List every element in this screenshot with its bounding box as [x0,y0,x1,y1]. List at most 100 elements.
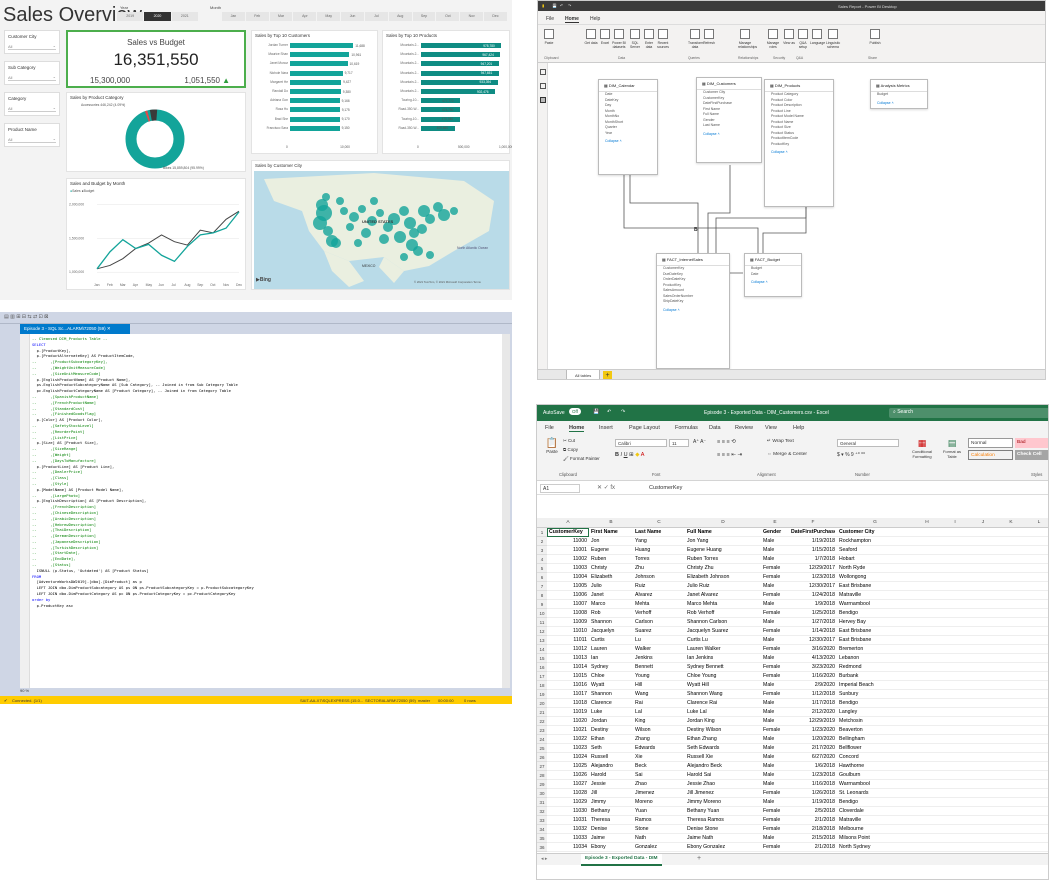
cell[interactable]: 12/29/2017 [791,564,835,573]
city-bubble[interactable] [417,224,427,234]
cell[interactable]: Jimenez [635,789,683,798]
cell[interactable]: Lu [635,636,683,645]
cell[interactable]: 1/7/2018 [791,555,835,564]
column-header-f[interactable]: F [789,518,837,528]
cell[interactable]: 12/30/2017 [791,636,835,645]
cell[interactable]: Male [763,717,787,726]
cell[interactable]: 11016 [549,681,587,690]
cell[interactable]: Russell Xie [687,753,759,762]
table-row[interactable]: 15 11013 Ian Jenkins Ian Jenkins Male 4/13/202… [537,654,1048,663]
city-bubble[interactable] [354,239,362,247]
font-name-select[interactable]: Calibri [615,439,667,447]
cell[interactable]: Male [763,798,787,807]
cell[interactable]: Male [763,618,787,627]
cell[interactable]: Elizabeth [591,573,631,582]
cell[interactable]: 11018 [549,699,587,708]
cell[interactable]: Last Name [635,528,683,537]
city-bubble[interactable] [331,238,341,248]
row-number[interactable]: 8 [537,591,547,600]
cell[interactable]: Wollongong [839,573,911,582]
table-row[interactable]: 28 11026 Harold Sai Harold Sai Male 1/23/2018 G… [537,771,1048,780]
row-number[interactable]: 2 [537,537,547,546]
cell[interactable]: Rockhampton [839,537,911,546]
cell[interactable]: Melbourne [839,825,911,834]
bar[interactable] [290,79,342,85]
menu-file[interactable]: File [546,16,554,22]
table-row[interactable]: 17 11015 Chloe Young Chloe Young Female 1/16/2… [537,672,1048,681]
cell[interactable]: Sydney [591,663,631,672]
table-row[interactable]: 7 11005 Julio Ruiz Julio Ruiz Male 12/30/2017 E… [537,582,1048,591]
cell[interactable]: Moreno [635,798,683,807]
table-row[interactable]: 22 11020 Jordan King Jordan King Male 12/29/20… [537,717,1048,726]
table-header[interactable]: ▦ DIM_Products [765,80,833,92]
cell[interactable]: 1/27/2018 [791,618,835,627]
wrap-text-button[interactable]: ↵ Wrap Text [767,439,794,444]
row-number[interactable]: 36 [537,843,547,852]
save-icon[interactable]: 💾 [552,3,557,8]
month-may[interactable]: May [317,12,341,21]
cell[interactable]: 1/19/2018 [791,798,835,807]
cell[interactable]: Female [763,816,787,825]
filter-value[interactable]: All [8,75,56,81]
table-row[interactable]: 27 11025 Alejandro Beck Alejandro Beck Male 1/… [537,762,1048,771]
column-header-e[interactable]: E [761,518,789,528]
font-size-select[interactable]: 11 [669,439,689,447]
chevron-down-icon[interactable]: ⌄ [53,43,56,48]
cell[interactable]: Gonzalez [635,843,683,852]
cell[interactable]: Milsons Point [839,834,911,843]
collapse-button[interactable]: Collapse ˄ [599,136,657,146]
undo-icon[interactable]: ↶ [560,3,563,8]
table-header[interactable]: ▦ FACT_Budget [745,254,801,266]
cell[interactable]: Bendigo [839,798,911,807]
autosave-toggle[interactable]: Off [569,408,581,415]
cell[interactable]: Female [763,690,787,699]
table-row[interactable]: 29 11027 Jessie Zhao Jessie Zhao Male 1/16/201… [537,780,1048,789]
paste-button[interactable]: 📋 Paste [543,438,561,454]
bar[interactable] [421,116,460,122]
cell[interactable]: 11020 [549,717,587,726]
cell[interactable]: Ebony Gonzalez [687,843,759,852]
cell[interactable]: Jimmy Moreno [687,798,759,807]
cell[interactable]: Gender [763,528,787,537]
cell[interactable]: Yang [635,537,683,546]
cell[interactable]: Female [763,726,787,735]
ribbon-excel-button[interactable]: Excel [598,29,612,45]
cell[interactable]: Lebanon [839,654,911,663]
cell[interactable]: East Brisbane [839,627,911,636]
collapse-button[interactable]: Collapse ˄ [871,98,927,108]
cell[interactable]: Bethany [591,807,631,816]
cell[interactable]: Walker [635,645,683,654]
cell[interactable]: Destiny Wilson [687,726,759,735]
city-bubble[interactable] [413,246,423,256]
row-number[interactable]: 30 [537,789,547,798]
menu-help[interactable]: Help [793,425,804,431]
year-2020[interactable]: 2020 [144,12,171,21]
cell[interactable]: 11004 [549,573,587,582]
cell[interactable]: 11019 [549,708,587,717]
cell[interactable]: Imperial Beach [839,681,911,690]
number-format-select[interactable]: General [837,439,899,447]
row-number[interactable]: 35 [537,834,547,843]
close-icon[interactable]: ✕ [107,326,111,331]
month-jan[interactable]: Jan [222,12,245,21]
model-table-analysis-metrics[interactable]: ▦ Analysis Metrics Budget Collapse ˄ [870,79,928,109]
cell[interactable]: 11026 [549,771,587,780]
cell[interactable]: Luke [591,708,631,717]
month-jul[interactable]: Jul [364,12,388,21]
row-number[interactable]: 33 [537,816,547,825]
cell[interactable]: Zhang [635,735,683,744]
cell[interactable]: Jill [591,789,631,798]
row-number[interactable]: 23 [537,726,547,735]
cell[interactable]: Female [763,672,787,681]
collapse-button[interactable]: Collapse ˄ [745,277,801,287]
cell[interactable]: Nath [635,834,683,843]
cell[interactable]: Christy Zhu [687,564,759,573]
month-feb[interactable]: Feb [245,12,269,21]
cell[interactable]: Matraville [839,591,911,600]
city-bubble[interactable] [349,212,359,222]
cell[interactable]: Ethan Zhang [687,735,759,744]
cell[interactable]: Bendigo [839,699,911,708]
ribbon-paste-button[interactable]: Paste [542,29,556,45]
city-bubble[interactable] [336,197,344,205]
menu-formulas[interactable]: Formulas [675,425,698,431]
